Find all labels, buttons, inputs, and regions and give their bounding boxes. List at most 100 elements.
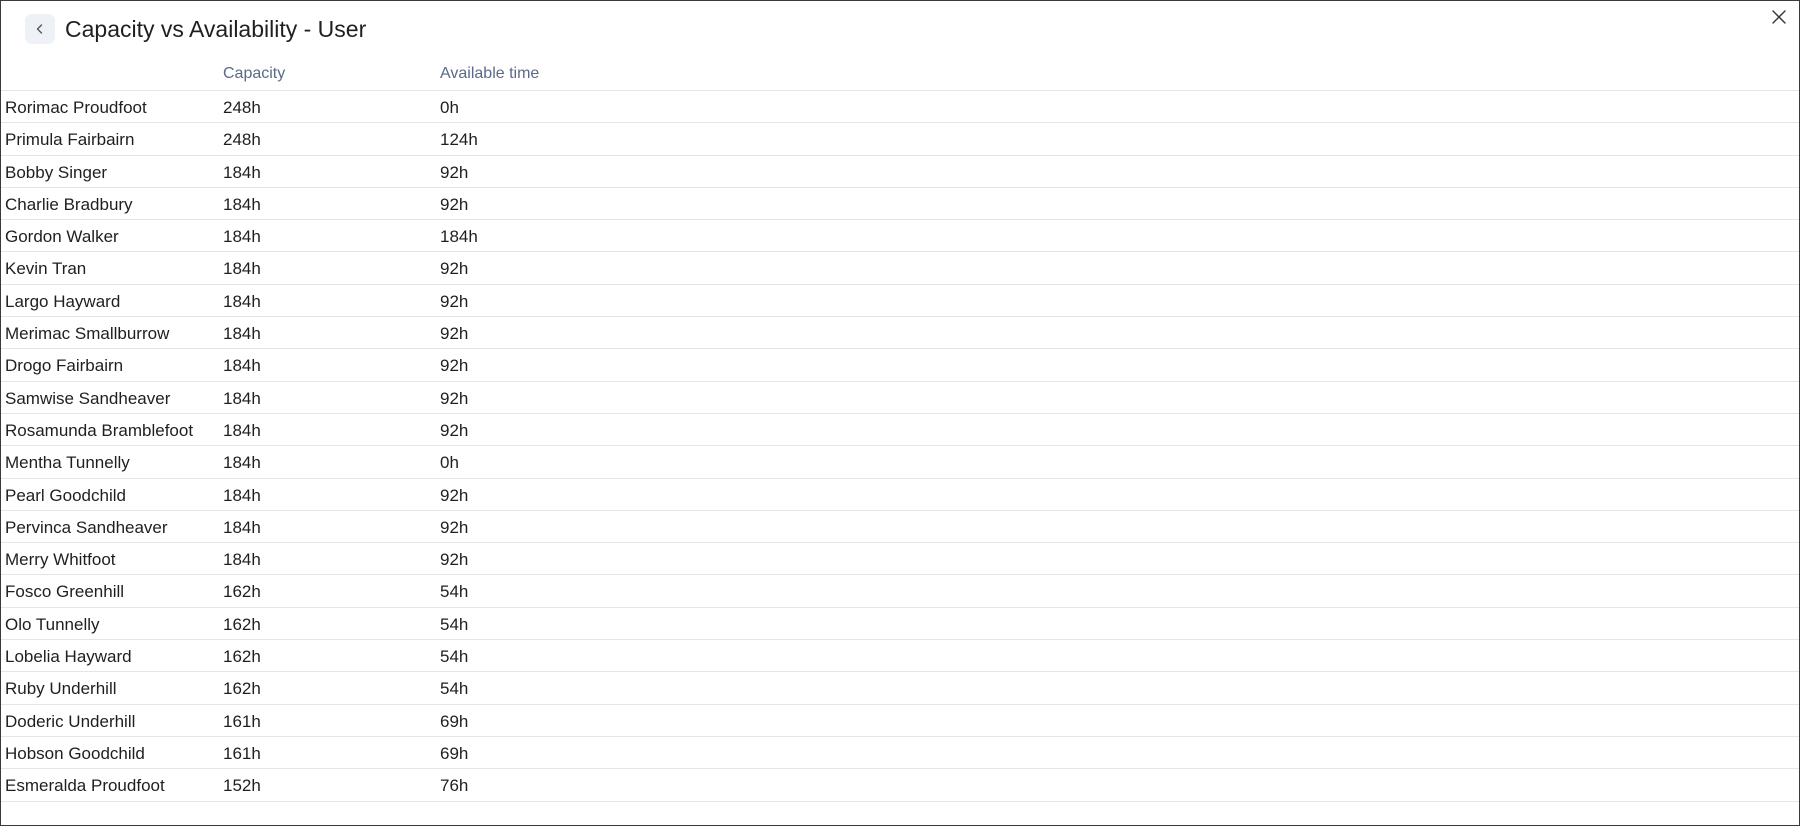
user-name-cell: Charlie Bradbury <box>5 194 133 214</box>
available-time-cell: 76h <box>440 776 469 796</box>
available-time-cell: 69h <box>440 711 469 731</box>
table-row[interactable]: Largo Hayward 184h 92h <box>1 285 1799 318</box>
capacity-cell: 162h <box>223 582 261 602</box>
available-time-cell: 54h <box>440 647 469 667</box>
user-name-cell: Bobby Singer <box>5 162 108 182</box>
user-name-cell: Fosco Greenhill <box>5 582 125 602</box>
capacity-cell: 184h <box>223 517 261 537</box>
available-time-cell: 54h <box>440 582 469 602</box>
available-time-cell: 0h <box>440 98 459 117</box>
available-time-cell: 92h <box>440 420 469 440</box>
user-name-cell: Gordon Walker <box>5 227 119 247</box>
table-row[interactable]: Pearl Goodchild 184h 92h <box>1 479 1799 511</box>
capacity-cell: 162h <box>223 679 261 699</box>
column-header-capacity[interactable]: Capacity <box>223 65 285 83</box>
table-body: Rorimac Proudfoot 248h 0h Primula Fairbairn… <box>1 91 1799 802</box>
available-time-cell: 92h <box>440 550 469 570</box>
table-row[interactable]: Pervinca Sandheaver 184h 92h <box>1 511 1799 544</box>
table-header: Capacity Available time <box>1 58 1799 91</box>
table-row[interactable]: Doderic Underhill 161h 69h <box>1 705 1799 737</box>
user-name-cell: Kevin Tran <box>5 259 87 279</box>
table-row[interactable]: Bobby Singer 184h 92h <box>1 156 1799 188</box>
table-row[interactable]: Primula Fairbairn 248h 124h <box>1 123 1799 156</box>
user-name-cell: Pervinca Sandheaver <box>5 517 168 537</box>
capacity-cell: 184h <box>223 420 261 440</box>
user-name-cell: Primula Fairbairn <box>5 130 135 150</box>
chevron-left-icon <box>34 23 46 35</box>
column-header-available-time[interactable]: Available time <box>440 65 539 83</box>
user-name-cell: Doderic Underhill <box>5 711 136 731</box>
available-time-cell: 92h <box>440 388 469 408</box>
capacity-cell: 184h <box>223 162 261 182</box>
available-time-cell: 54h <box>440 614 469 634</box>
capacity-cell: 184h <box>223 550 261 570</box>
table-row[interactable]: Esmeralda Proudfoot 152h 76h <box>1 769 1799 802</box>
available-time-cell: 92h <box>440 291 469 311</box>
table-row[interactable]: Rosamunda Bramblefoot 184h 92h <box>1 414 1799 447</box>
table-row[interactable]: Mentha Tunnelly 184h 0h <box>1 446 1799 479</box>
available-time-cell: 69h <box>440 743 469 763</box>
available-time-cell: 92h <box>440 194 469 214</box>
available-time-cell: 92h <box>440 356 469 376</box>
user-name-cell: Mentha Tunnelly <box>5 453 130 473</box>
user-name-cell: Merry Whitfoot <box>5 550 116 570</box>
capacity-cell: 184h <box>223 259 261 279</box>
capacity-cell: 248h <box>223 130 261 150</box>
table-row[interactable]: Hobson Goodchild 161h 69h <box>1 737 1799 770</box>
user-name-cell: Esmeralda Proudfoot <box>5 776 165 796</box>
capacity-cell: 248h <box>223 98 261 117</box>
capacity-cell: 184h <box>223 356 261 376</box>
user-name-cell: Pearl Goodchild <box>5 485 126 505</box>
capacity-cell: 184h <box>223 324 261 344</box>
table-row[interactable]: Samwise Sandheaver 184h 92h <box>1 382 1799 414</box>
table-row[interactable]: Charlie Bradbury 184h 92h <box>1 188 1799 221</box>
available-time-cell: 92h <box>440 259 469 279</box>
capacity-cell: 161h <box>223 711 261 731</box>
back-button[interactable] <box>25 14 55 44</box>
dialog-window: Capacity vs Availability - User Capacity… <box>0 0 1800 826</box>
user-name-cell: Olo Tunnelly <box>5 614 100 634</box>
capacity-cell: 184h <box>223 453 261 473</box>
user-name-cell: Hobson Goodchild <box>5 743 145 763</box>
table-row[interactable]: Merimac Smallburrow 184h 92h <box>1 317 1799 350</box>
dialog-header: Capacity vs Availability - User <box>25 14 366 44</box>
close-icon <box>1771 9 1787 30</box>
capacity-cell: 184h <box>223 227 261 247</box>
available-time-cell: 92h <box>440 162 469 182</box>
user-name-cell: Merimac Smallburrow <box>5 324 170 344</box>
capacity-cell: 184h <box>223 388 261 408</box>
available-time-cell: 184h <box>440 227 478 247</box>
page-title: Capacity vs Availability - User <box>65 15 367 42</box>
available-time-cell: 92h <box>440 485 469 505</box>
table-row[interactable]: Ruby Underhill 162h 54h <box>1 672 1799 705</box>
user-name-cell: Drogo Fairbairn <box>5 356 124 376</box>
available-time-cell: 124h <box>440 130 478 150</box>
available-time-cell: 92h <box>440 517 469 537</box>
table-row[interactable]: Rorimac Proudfoot 248h 0h <box>1 91 1799 124</box>
user-name-cell: Rosamunda Bramblefoot <box>5 420 194 440</box>
table-row[interactable]: Fosco Greenhill 162h 54h <box>1 575 1799 608</box>
user-name-cell: Lobelia Hayward <box>5 647 132 667</box>
close-button[interactable] <box>1767 7 1791 31</box>
capacity-cell: 184h <box>223 291 261 311</box>
capacity-cell: 162h <box>223 647 261 667</box>
user-name-cell: Ruby Underhill <box>5 679 117 699</box>
available-time-cell: 54h <box>440 679 469 699</box>
table-row[interactable]: Olo Tunnelly 162h 54h <box>1 608 1799 641</box>
capacity-cell: 161h <box>223 743 261 763</box>
capacity-cell: 152h <box>223 776 261 796</box>
user-name-cell: Largo Hayward <box>5 291 121 311</box>
available-time-cell: 92h <box>440 324 469 344</box>
capacity-table: Capacity Available time Rorimac Proudfoo… <box>1 58 1799 802</box>
user-name-cell: Rorimac Proudfoot <box>5 98 147 117</box>
table-row[interactable]: Kevin Tran 184h 92h <box>1 252 1799 285</box>
capacity-cell: 184h <box>223 194 261 214</box>
capacity-cell: 162h <box>223 614 261 634</box>
table-row[interactable]: Lobelia Hayward 162h 54h <box>1 640 1799 673</box>
table-row[interactable]: Merry Whitfoot 184h 92h <box>1 543 1799 576</box>
available-time-cell: 0h <box>440 453 459 473</box>
table-row[interactable]: Drogo Fairbairn 184h 92h <box>1 349 1799 382</box>
capacity-cell: 184h <box>223 485 261 505</box>
user-name-cell: Samwise Sandheaver <box>5 388 171 408</box>
table-row[interactable]: Gordon Walker 184h 184h <box>1 220 1799 253</box>
